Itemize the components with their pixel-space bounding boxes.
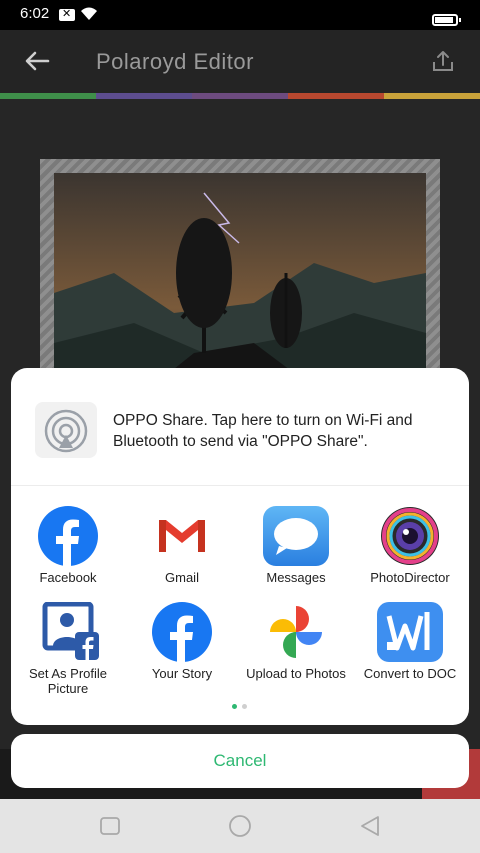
upload-share-icon[interactable] [430,48,456,74]
oppo-share-row[interactable]: OPPO Share. Tap here to turn on Wi-Fi an… [11,368,469,486]
facebook-icon [38,506,98,566]
app-label: PhotoDirector [370,570,450,585]
photodirector-icon [381,507,439,565]
facebook-profile-icon [42,602,99,660]
app-label: Upload to Photos [246,666,346,681]
page-dot [242,704,247,709]
messages-icon [263,506,329,566]
recents-icon[interactable] [98,815,122,837]
divider [11,485,469,486]
app-label: Your Story [151,666,213,681]
page-title: Polaroyd Editor [96,49,254,74]
back-arrow-icon[interactable] [22,46,52,76]
app-label: Convert to DOC [363,666,457,681]
system-nav-bar [0,799,480,853]
app-bar: Polaroyd Editor [0,30,480,93]
battery-icon [432,14,461,26]
page-indicator [232,704,250,710]
wifi-icon [81,7,97,20]
status-time: 6:02 [20,5,50,22]
cancel-button[interactable]: Cancel [11,734,469,788]
oppo-share-icon [35,402,97,458]
app-label: Facebook [39,570,97,585]
app-label: Messages [266,570,326,585]
share-sheet: OPPO Share. Tap here to turn on Wi-Fi an… [11,368,469,725]
status-bar: 6:02 [0,0,480,30]
convert-to-doc-icon [377,602,443,662]
google-photos-icon [270,606,322,658]
facebook-story-icon [152,602,212,662]
oppo-share-text: OPPO Share. Tap here to turn on Wi-Fi an… [113,412,413,450]
app-label: Set As Profile Picture [28,666,108,696]
app-label: Gmail [165,570,199,585]
page-dot-active [232,704,237,709]
home-icon[interactable] [228,815,252,837]
gmail-icon [152,508,212,564]
sim-icon [59,7,75,21]
back-nav-icon[interactable] [358,815,382,837]
